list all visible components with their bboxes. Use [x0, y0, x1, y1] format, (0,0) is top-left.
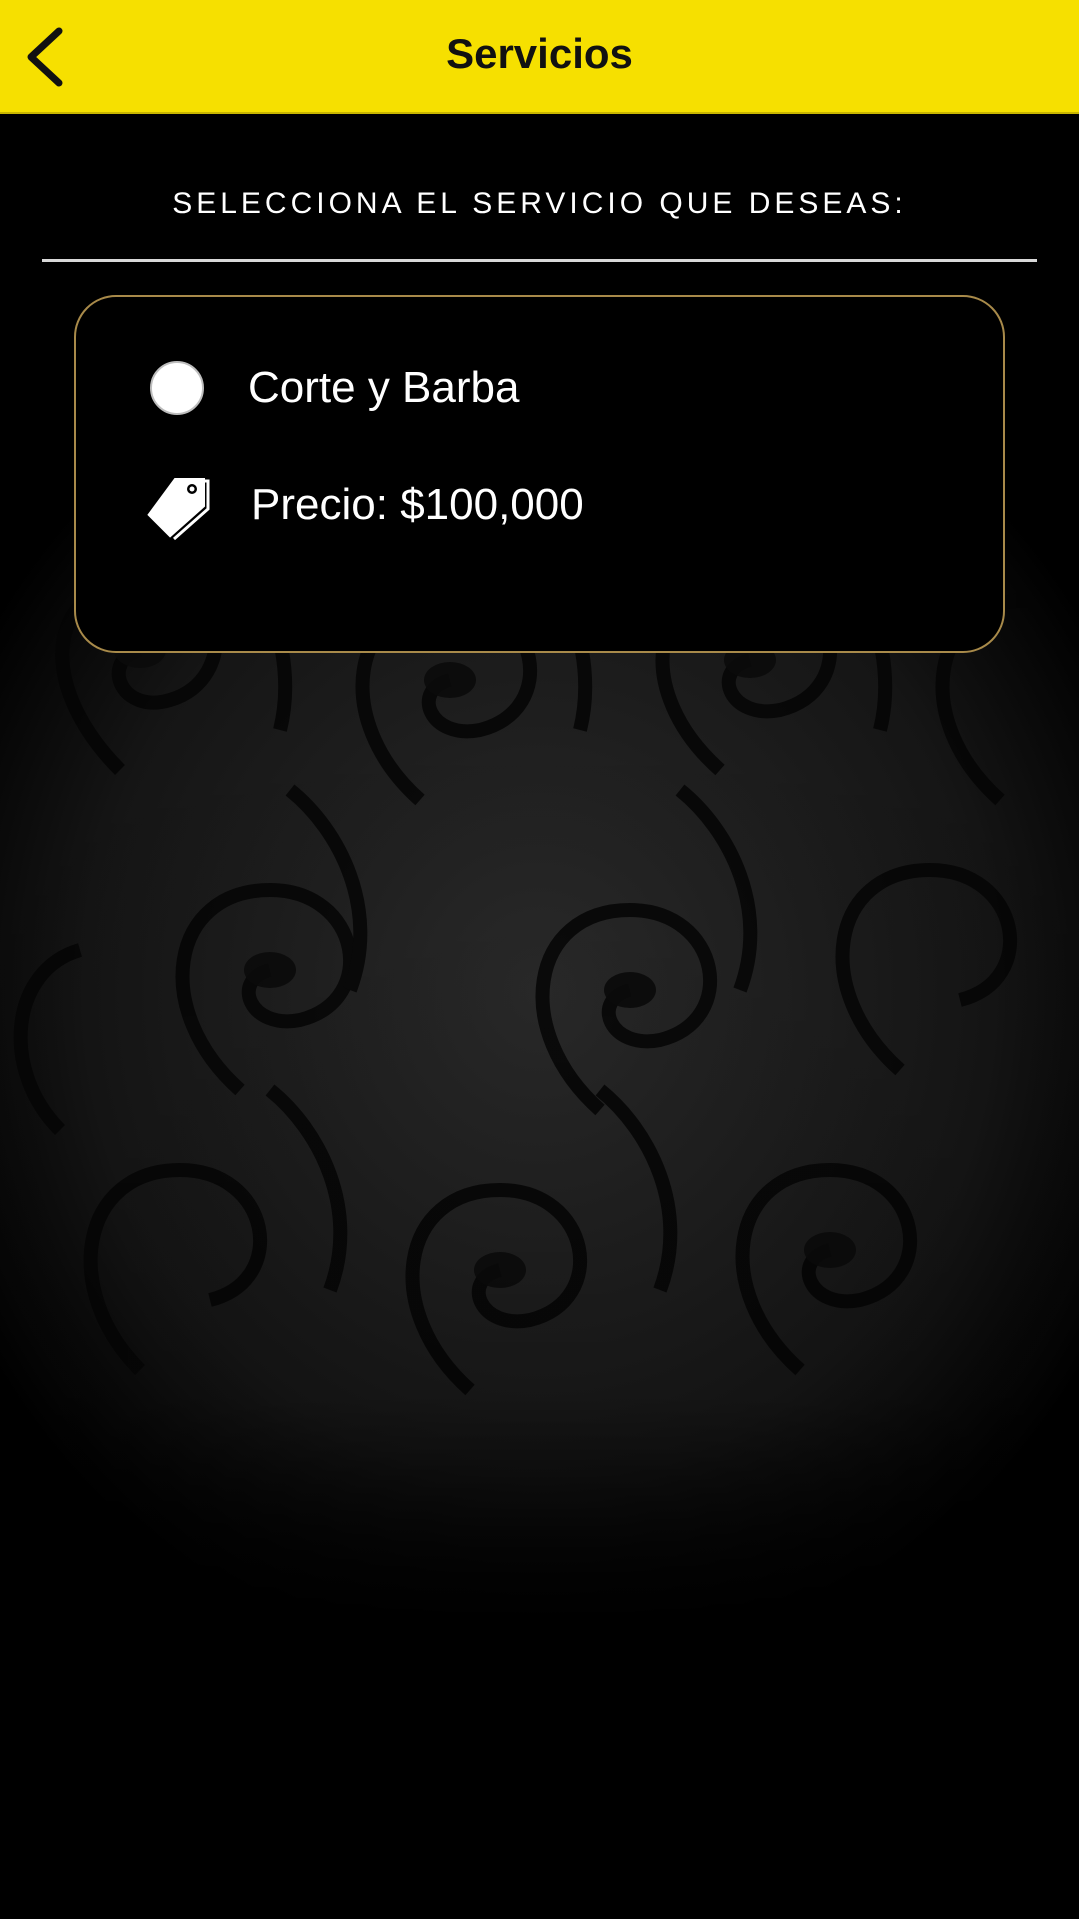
- service-name[interactable]: Corte y Barba: [248, 361, 519, 415]
- price-label: Precio:: [251, 480, 388, 529]
- service-instruction: SELECCIONA EL SERVICIO QUE DESEAS:: [172, 187, 907, 220]
- services-screen: Servicios SELECCIONA EL SERVICIO QUE DES…: [0, 0, 1079, 1919]
- service-price: Precio: $100,000: [251, 477, 584, 533]
- divider: [42, 259, 1037, 262]
- app-header: Servicios: [0, 0, 1079, 114]
- price-tag-icon: [144, 476, 210, 541]
- page-title: Servicios: [446, 30, 633, 77]
- service-radio-button[interactable]: [150, 361, 204, 415]
- price-value: $100,000: [400, 480, 584, 529]
- service-card[interactable]: Corte y Barba Precio: $100,000: [74, 295, 1005, 653]
